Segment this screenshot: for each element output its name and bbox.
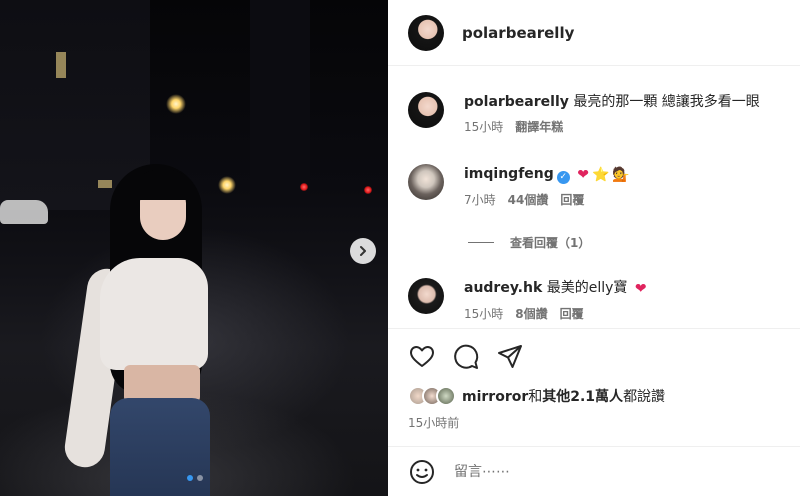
heart-emoji: ❤ — [577, 167, 589, 183]
comment-input[interactable] — [454, 463, 754, 480]
likes-count[interactable]: 其他2.1萬人 — [542, 389, 623, 405]
comment-likes[interactable]: 44個讚 — [508, 191, 549, 208]
comment-item: polarbearelly 最亮的那一顆 總讓我多看一眼 15小時 翻譯年糕 — [408, 92, 760, 135]
comment-likes[interactable]: 8個讚 — [515, 305, 547, 322]
photo-streetlamp — [166, 94, 186, 114]
photo-subject — [62, 160, 250, 496]
liker-avatar[interactable] — [436, 386, 456, 406]
author-avatar[interactable] — [408, 14, 444, 51]
comment-avatar[interactable] — [408, 164, 444, 200]
action-bar — [388, 328, 800, 383]
translate-link[interactable]: 翻譯年糕 — [515, 118, 563, 135]
emoji-icon[interactable] — [408, 458, 436, 486]
carousel-dots — [187, 475, 203, 481]
liker-username[interactable]: mirroror — [462, 389, 528, 405]
heart-emoji: ❤ — [634, 281, 647, 297]
comment-avatar[interactable] — [408, 92, 444, 128]
comment-item: audrey.hk 最美的elly寶 ❤ 15小時 8個讚 回覆 — [408, 278, 647, 322]
post-sidebar: polarbearelly polarbearelly 最亮的那一顆 總讓我多看… — [388, 0, 800, 496]
chevron-right-icon — [360, 246, 366, 256]
person-emoji: 💁 — [612, 167, 630, 183]
comment-username[interactable]: audrey.hk — [464, 280, 542, 296]
carousel-dot — [187, 475, 193, 481]
photo-traffic-light — [364, 186, 372, 194]
likes-suffix: 都說讚 — [623, 389, 666, 405]
reply-button[interactable]: 回覆 — [560, 305, 584, 322]
comment-time[interactable]: 7小時 — [464, 191, 496, 208]
post-photo[interactable] — [0, 0, 388, 496]
heart-icon[interactable] — [408, 343, 436, 371]
star-emoji: ⭐ — [591, 167, 610, 183]
carousel-next-button[interactable] — [350, 238, 376, 264]
photo-window — [56, 52, 66, 78]
comment-avatar[interactable] — [408, 278, 444, 314]
carousel-dot — [197, 475, 203, 481]
comment-username[interactable]: polarbearelly — [464, 94, 569, 110]
post-header: polarbearelly — [388, 0, 800, 66]
comment-text: 最亮的那一顆 總讓我多看一眼 — [573, 94, 760, 110]
photo-building — [250, 0, 310, 205]
view-replies-label: 查看回覆（1） — [510, 236, 591, 250]
likes-connector: 和 — [528, 389, 543, 405]
reply-button[interactable]: 回覆 — [560, 191, 584, 208]
author-username[interactable]: polarbearelly — [462, 24, 574, 42]
photo-traffic-light — [300, 183, 308, 191]
post-timestamp[interactable]: 15小時前 — [408, 414, 459, 431]
share-icon[interactable] — [496, 343, 524, 371]
comment-text: 最美的elly寶 — [546, 280, 628, 296]
comment-time[interactable]: 15小時 — [464, 118, 503, 135]
view-replies-button[interactable]: 查看回覆（1） — [468, 234, 590, 251]
likes-summary: mirroror和其他2.1萬人都說讚 — [408, 386, 665, 406]
photo-car — [0, 200, 48, 224]
comment-username[interactable]: imqingfeng — [464, 166, 554, 182]
verified-badge-icon: ✓ — [556, 171, 570, 184]
replies-divider — [468, 242, 494, 243]
add-comment-bar — [388, 446, 800, 496]
comment-icon[interactable] — [452, 343, 480, 371]
comment-item: imqingfeng ✓ ❤ ⭐ 💁 7小時 44個讚 回覆 — [408, 164, 630, 208]
comment-time[interactable]: 15小時 — [464, 305, 503, 322]
comments-list: polarbearelly 最亮的那一顆 總讓我多看一眼 15小時 翻譯年糕 i… — [388, 66, 800, 328]
